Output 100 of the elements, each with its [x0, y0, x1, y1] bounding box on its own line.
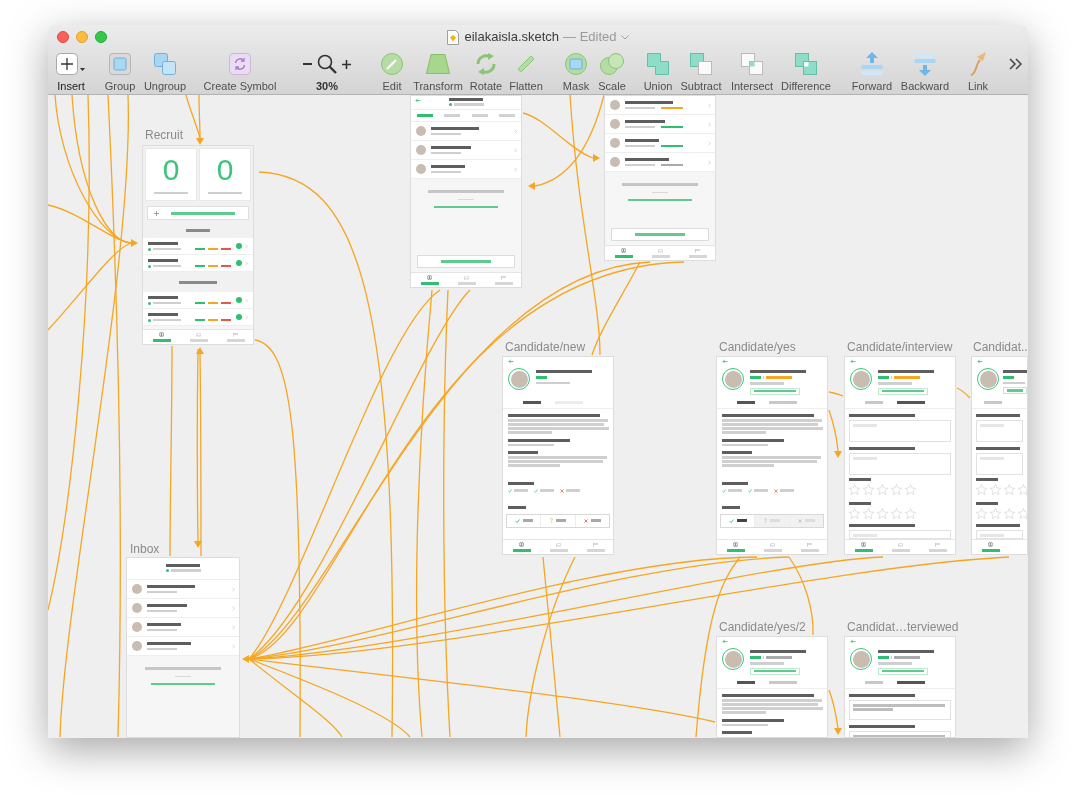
connector-arrow — [828, 409, 842, 458]
fullscreen-button[interactable] — [95, 31, 107, 43]
link[interactable] — [434, 205, 498, 208]
schedule-interview-button[interactable] — [1003, 387, 1027, 394]
text-line — [722, 731, 752, 734]
primary-button[interactable] — [611, 228, 709, 241]
notes-field[interactable] — [849, 530, 951, 539]
text-line — [431, 132, 461, 136]
scale-icon — [600, 53, 624, 75]
primary-button[interactable] — [417, 255, 515, 268]
candidate-row[interactable] — [127, 580, 239, 599]
text-line — [453, 103, 484, 106]
artboard-title: Candidate/yes — [719, 341, 796, 353]
magnifier-icon[interactable] — [317, 54, 337, 74]
union-button[interactable]: Union — [638, 51, 678, 93]
back-arrow-icon[interactable] — [977, 358, 983, 364]
intersect-icon — [741, 53, 763, 75]
candidate-row[interactable] — [127, 637, 239, 656]
candidate-row[interactable] — [605, 153, 715, 172]
symbol-button[interactable]: Create Symbol — [198, 51, 282, 93]
text-line — [186, 229, 210, 232]
scale-button[interactable]: Scale — [594, 51, 630, 93]
send-backward-icon — [914, 52, 936, 76]
text-line — [878, 650, 934, 653]
notes-field[interactable] — [976, 453, 1023, 475]
candidate-row[interactable] — [127, 599, 239, 618]
rotate-button[interactable]: Rotate — [466, 51, 506, 93]
text-line — [865, 681, 883, 684]
notes-field[interactable] — [849, 700, 951, 720]
text-line — [897, 681, 925, 684]
text-line — [750, 650, 806, 653]
text-line — [586, 549, 605, 552]
group-button[interactable]: Group — [100, 51, 140, 93]
text-line — [625, 125, 655, 129]
ungroup-button[interactable]: Ungroup — [140, 51, 190, 93]
star-icon — [863, 508, 874, 519]
forward-button[interactable]: Forward — [845, 51, 899, 93]
notes-field[interactable] — [976, 420, 1023, 442]
link[interactable] — [151, 682, 215, 685]
calendar-icon — [934, 542, 941, 547]
flatten-button[interactable]: Flatten — [506, 51, 546, 93]
job-row[interactable] — [143, 238, 253, 255]
text-line — [170, 569, 201, 572]
link[interactable] — [628, 198, 692, 201]
text-line — [508, 481, 534, 485]
chevron-right-icon — [708, 102, 711, 108]
close-button[interactable] — [57, 31, 69, 43]
job-row[interactable] — [143, 309, 253, 326]
back-arrow-icon[interactable] — [850, 638, 856, 644]
edit-button[interactable]: Edit — [374, 51, 410, 93]
text-line — [722, 451, 752, 454]
back-arrow-icon[interactable] — [722, 358, 728, 364]
text-line — [891, 549, 910, 552]
inbox-icon — [657, 248, 664, 253]
notes-field[interactable] — [976, 530, 1023, 539]
calendar-icon — [592, 542, 599, 547]
create-listing-button[interactable] — [147, 206, 249, 220]
candidate-row[interactable] — [411, 160, 521, 179]
minimize-button[interactable] — [76, 31, 88, 43]
candidate-row[interactable] — [411, 122, 521, 141]
text-line — [1003, 370, 1027, 373]
mask-button[interactable]: Mask — [558, 51, 594, 93]
notes-field[interactable] — [849, 420, 951, 442]
link-button[interactable]: Link — [960, 51, 996, 93]
intersect-button[interactable]: Intersect — [727, 51, 777, 93]
candidate-row[interactable] — [411, 141, 521, 160]
text-line — [976, 414, 1020, 417]
text-line — [171, 211, 235, 215]
job-row[interactable] — [143, 292, 253, 309]
text-line — [151, 682, 215, 685]
insert-button[interactable]: Insert — [51, 51, 91, 93]
candidate-row[interactable] — [605, 134, 715, 153]
user-icon — [621, 248, 626, 254]
back-arrow-icon[interactable] — [415, 98, 421, 103]
text-line — [976, 478, 998, 481]
zoom-in-button[interactable] — [342, 59, 351, 69]
candidate-row[interactable] — [605, 115, 715, 134]
candidate-row[interactable] — [605, 96, 715, 115]
text-line — [431, 151, 461, 155]
chevron-right-icon — [708, 121, 711, 127]
star-icon — [1004, 508, 1015, 519]
back-arrow-icon[interactable] — [508, 358, 514, 364]
calendar-icon — [500, 275, 507, 280]
difference-button[interactable]: Difference — [777, 51, 835, 93]
notes-field[interactable] — [849, 731, 951, 737]
backward-button[interactable]: Backward — [899, 51, 951, 93]
text-line — [153, 264, 181, 268]
notes-field[interactable] — [849, 453, 951, 475]
text-line — [508, 505, 526, 509]
text-line — [737, 681, 755, 684]
chevron-right-icon — [245, 314, 248, 320]
subtract-button[interactable]: Subtract — [678, 51, 724, 93]
text-line — [882, 389, 924, 393]
back-arrow-icon[interactable] — [850, 358, 856, 364]
transform-button[interactable]: Transform — [410, 51, 466, 93]
text-line — [878, 370, 934, 373]
back-arrow-icon[interactable] — [722, 638, 728, 644]
job-row[interactable] — [143, 255, 253, 272]
candidate-row[interactable] — [127, 618, 239, 637]
text-line — [769, 401, 797, 404]
